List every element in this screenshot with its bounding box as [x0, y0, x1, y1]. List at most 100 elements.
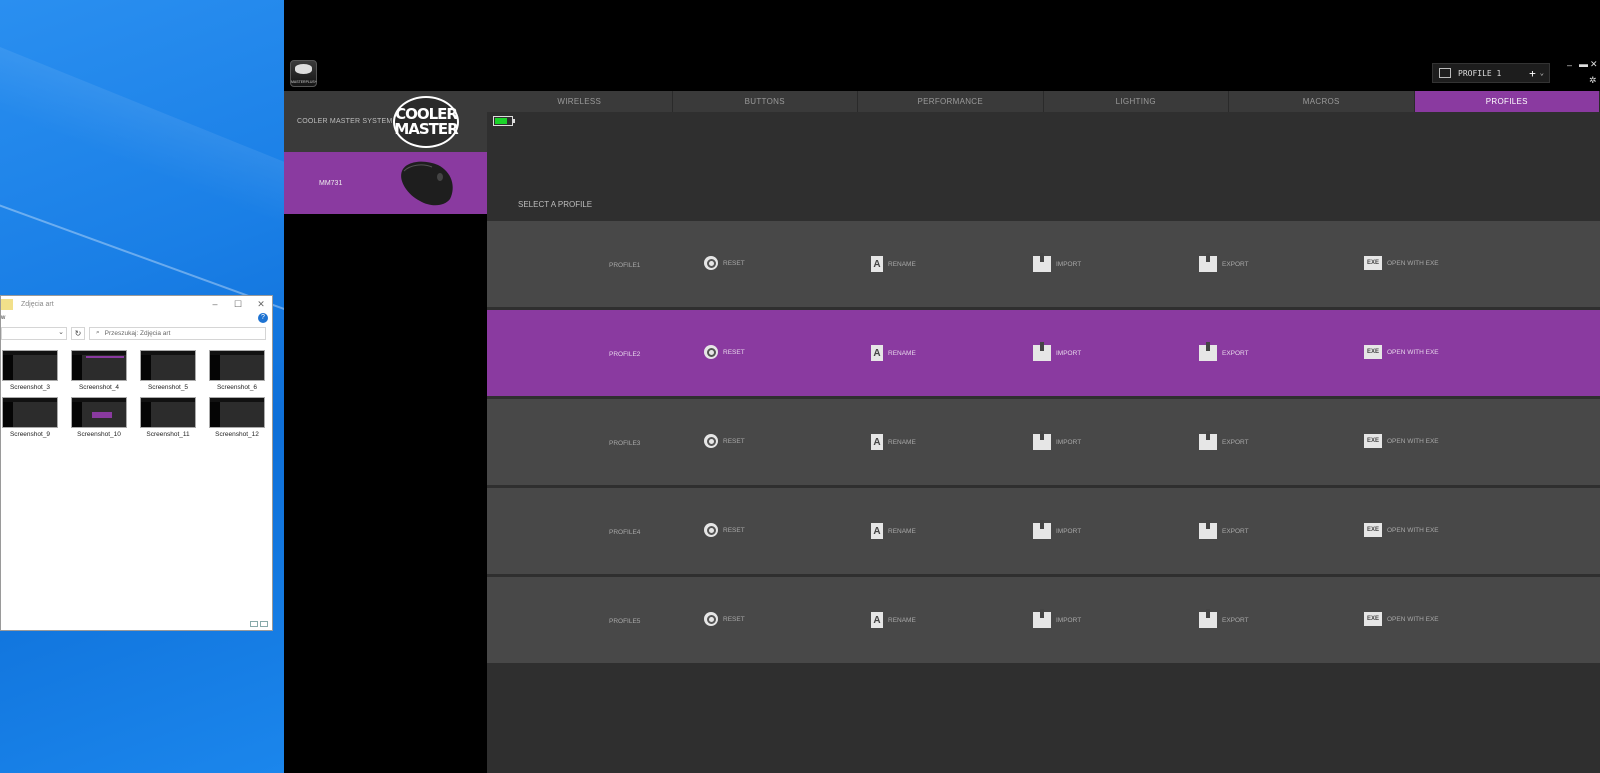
thumbnail-view-icon[interactable]: [260, 621, 268, 627]
chevron-down-icon[interactable]: ⌄: [1540, 69, 1544, 77]
open-with-exe-button[interactable]: EXE OPEN WITH EXE: [1364, 523, 1439, 537]
tab-wireless[interactable]: WIRELESS: [487, 91, 673, 112]
profile-row[interactable]: PROFILE4 RESET A RENAME IMPORT EXPORT EXE OPEN …: [487, 488, 1600, 577]
open-with-exe-button[interactable]: EXE OPEN WITH EXE: [1364, 345, 1439, 359]
profile-row[interactable]: PROFILE2 RESET A RENAME IMPORT EXPORT EXE OPEN …: [487, 310, 1600, 399]
reset-icon: [704, 523, 718, 537]
export-button[interactable]: EXPORT: [1199, 609, 1249, 628]
import-label: IMPORT: [1056, 527, 1082, 535]
rename-button[interactable]: A RENAME: [871, 345, 916, 361]
tab-bar: WIRELESS BUTTONS PERFORMANCE LIGHTING MA…: [487, 91, 1600, 112]
reset-button[interactable]: RESET: [704, 434, 745, 448]
rename-button[interactable]: A RENAME: [871, 523, 916, 539]
import-button[interactable]: IMPORT: [1033, 253, 1082, 272]
file-item[interactable]: Screenshot_4: [71, 350, 127, 391]
tab-lighting[interactable]: LIGHTING: [1044, 91, 1229, 112]
close-icon[interactable]: ✕: [253, 298, 269, 310]
address-bar[interactable]: ⌄: [1, 326, 67, 340]
details-view-icon[interactable]: [250, 621, 258, 627]
file-item[interactable]: Screenshot_10: [71, 397, 127, 438]
chevron-down-icon[interactable]: ⌄: [58, 328, 64, 336]
open-with-exe-button[interactable]: EXE OPEN WITH EXE: [1364, 612, 1439, 626]
rename-button[interactable]: A RENAME: [871, 256, 916, 272]
explorer-titlebar[interactable]: Zdjęcia art – ☐ ✕: [1, 296, 272, 312]
export-button[interactable]: EXPORT: [1199, 342, 1249, 361]
refresh-icon[interactable]: ↻: [71, 326, 85, 340]
ribbon-tab-partial[interactable]: w: [1, 315, 5, 321]
export-button[interactable]: EXPORT: [1199, 520, 1249, 539]
open-with-exe-label: OPEN WITH EXE: [1387, 437, 1439, 445]
open-with-exe-label: OPEN WITH EXE: [1387, 259, 1439, 267]
reset-label: RESET: [723, 615, 745, 623]
open-with-exe-button[interactable]: EXE OPEN WITH EXE: [1364, 256, 1439, 270]
file-name: Screenshot_5: [147, 384, 189, 391]
reset-button[interactable]: RESET: [704, 345, 745, 359]
export-label: EXPORT: [1222, 349, 1249, 357]
export-icon: [1199, 609, 1217, 628]
file-thumbnail: [209, 397, 265, 428]
file-thumbnail: [209, 350, 265, 381]
import-icon: [1033, 431, 1051, 450]
file-item[interactable]: Screenshot_11: [140, 397, 196, 438]
file-name: Screenshot_6: [216, 384, 258, 391]
rename-button[interactable]: A RENAME: [871, 434, 916, 450]
minimize-icon[interactable]: –: [1567, 61, 1572, 70]
profile-selector[interactable]: PROFILE 1 + ⌄: [1432, 63, 1550, 83]
import-icon: [1033, 609, 1051, 628]
rename-button[interactable]: A RENAME: [871, 612, 916, 628]
reset-icon: [704, 612, 718, 626]
wallpaper-light: [0, 33, 284, 247]
profile-name: PROFILE5: [609, 618, 641, 625]
help-icon[interactable]: ?: [258, 313, 268, 323]
file-explorer-window[interactable]: Zdjęcia art – ☐ ✕ w ? ⌄ ↻ ⌕ Przeszukaj: …: [0, 295, 273, 631]
main-panel: WIRELESS BUTTONS PERFORMANCE LIGHTING MA…: [487, 91, 1600, 773]
open-with-exe-button[interactable]: EXE OPEN WITH EXE: [1364, 434, 1439, 448]
import-label: IMPORT: [1056, 260, 1082, 268]
system-label: COOLER MASTER SYSTEM: [297, 118, 393, 125]
file-item[interactable]: Screenshot_9: [2, 397, 58, 438]
profile-row[interactable]: PROFILE3 RESET A RENAME IMPORT EXPORT EXE OPEN …: [487, 399, 1600, 488]
import-button[interactable]: IMPORT: [1033, 342, 1081, 361]
tab-profiles[interactable]: PROFILES: [1414, 91, 1600, 112]
maximize-icon[interactable]: ▬: [1579, 60, 1588, 69]
settings-icon[interactable]: ✲: [1589, 76, 1597, 85]
file-item[interactable]: Screenshot_6: [209, 350, 265, 391]
reset-button[interactable]: RESET: [704, 256, 745, 270]
explorer-title: Zdjęcia art: [21, 300, 54, 308]
close-icon[interactable]: ✕: [1590, 60, 1598, 69]
file-item[interactable]: Screenshot_12: [209, 397, 265, 438]
import-button[interactable]: IMPORT: [1033, 431, 1081, 450]
profile-row[interactable]: PROFILE1 RESET A RENAME IMPORT EXPORT EXE OPEN …: [487, 221, 1600, 310]
rename-label: RENAME: [888, 527, 916, 535]
add-profile-icon[interactable]: +: [1529, 67, 1536, 80]
import-button[interactable]: IMPORT: [1033, 520, 1082, 539]
tab-buttons[interactable]: BUTTONS: [673, 91, 858, 112]
file-item[interactable]: Screenshot_5: [140, 350, 196, 391]
reset-button[interactable]: RESET: [704, 612, 745, 626]
profile-row[interactable]: PROFILE5 RESET A RENAME IMPORT EXPORT EXE OPEN …: [487, 577, 1600, 666]
file-name: Screenshot_9: [9, 431, 51, 438]
reset-button[interactable]: RESET: [704, 523, 745, 537]
profile-name: PROFILE1: [609, 262, 641, 269]
file-thumbnail: [71, 350, 127, 381]
sidebar-item-device[interactable]: MM731: [284, 152, 487, 214]
rename-label: RENAME: [888, 349, 916, 357]
sidebar-item-system[interactable]: COOLER MASTER SYSTEM COOLER MASTER: [284, 91, 487, 152]
file-name: Screenshot_4: [78, 384, 120, 391]
rename-label: RENAME: [888, 438, 916, 446]
tab-performance[interactable]: PERFORMANCE: [858, 91, 1044, 112]
import-button[interactable]: IMPORT: [1033, 609, 1081, 628]
brand-line-2: MASTER: [394, 120, 458, 138]
export-icon: [1199, 520, 1217, 539]
file-item[interactable]: Screenshot_3: [2, 350, 58, 391]
file-name: Screenshot_12: [215, 431, 259, 438]
import-icon: [1033, 520, 1051, 539]
reset-label: RESET: [723, 348, 745, 356]
maximize-icon[interactable]: ☐: [230, 298, 246, 310]
search-input[interactable]: ⌕ Przeszukaj: Zdjęcia art: [89, 326, 266, 340]
export-button[interactable]: EXPORT: [1199, 253, 1249, 272]
tab-macros[interactable]: MACROS: [1229, 91, 1415, 112]
minimize-icon[interactable]: –: [207, 298, 223, 310]
file-thumbnail: [2, 350, 58, 381]
export-button[interactable]: EXPORT: [1199, 431, 1249, 450]
